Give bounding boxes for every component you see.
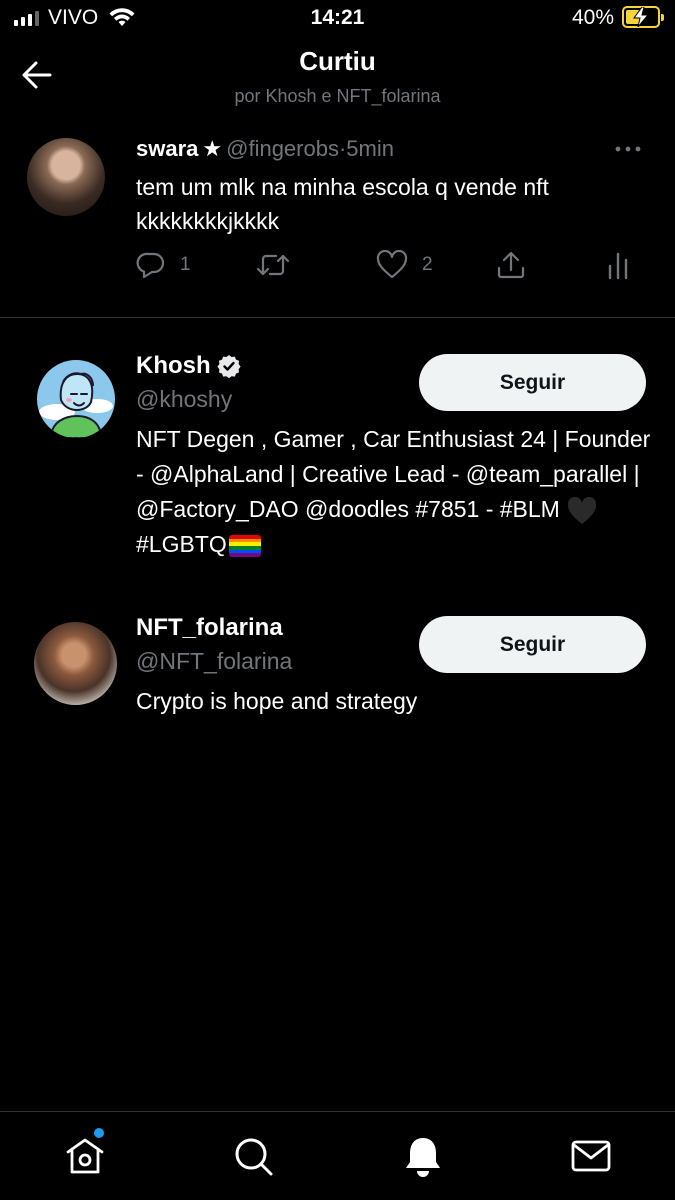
verified-icon [217, 355, 241, 378]
avatar[interactable] [34, 622, 117, 705]
user-handle[interactable]: @khoshy [136, 386, 232, 413]
like-button[interactable]: 2 [376, 250, 433, 280]
messages-icon[interactable] [569, 1134, 613, 1178]
tweet-header: swara ★ @fingerobs·5min [136, 136, 394, 162]
follow-button[interactable]: Seguir [419, 616, 646, 673]
home-notification-dot [94, 1128, 104, 1138]
user-name[interactable]: NFT_folarina [136, 614, 283, 642]
user-name-text: Khosh [136, 352, 211, 379]
reply-button[interactable]: 1 [136, 250, 191, 280]
reply-icon [136, 252, 165, 279]
user-bio: NFT Degen , Gamer , Car Enthusiast 24 | … [136, 422, 651, 562]
like-count: 2 [422, 254, 433, 275]
retweet-icon [256, 254, 290, 276]
user-name-text: NFT_folarina [136, 614, 283, 641]
black-heart-emoji [568, 496, 597, 524]
status-bar: VIVO 14:21 40% [0, 0, 675, 38]
tweet-text: tem um mlk na minha escola q vende nft k… [136, 174, 549, 234]
follow-button[interactable]: Seguir [419, 354, 646, 411]
user-item[interactable]: NFT_folarina @NFT_folarina Seguir Crypto… [0, 614, 675, 734]
reply-count: 1 [180, 254, 191, 275]
notifications-icon[interactable] [401, 1134, 445, 1178]
home-icon[interactable] [63, 1134, 107, 1178]
user-bio: Crypto is hope and strategy [136, 688, 418, 714]
star-icon: ★ [202, 136, 223, 161]
share-icon [497, 251, 525, 279]
user-handle[interactable]: @NFT_folarina [136, 648, 292, 675]
heart-icon [376, 250, 408, 279]
analytics-button[interactable] [606, 250, 630, 280]
tweet-time: 5min [346, 136, 394, 161]
page-title: Curtiu [299, 46, 376, 76]
retweet-button[interactable] [256, 250, 304, 280]
tweet-actions: 1 2 [136, 250, 656, 284]
more-icon[interactable] [614, 144, 642, 154]
tweet-author-handle[interactable]: @fingerobs [226, 136, 339, 161]
page-subtitle: por Khosh e NFT_folarina [234, 86, 441, 106]
avatar[interactable] [27, 138, 105, 216]
battery-icon [622, 6, 664, 28]
user-item[interactable]: Khosh @khoshy Seguir NFT Degen , Gamer ,… [0, 352, 675, 572]
tweet-author-name[interactable]: swara [136, 136, 198, 161]
avatar[interactable] [37, 360, 115, 438]
search-icon[interactable] [231, 1134, 275, 1178]
battery-percent: 40% [572, 6, 615, 29]
tweet[interactable]: swara ★ @fingerobs·5min tem um mlk na minh… [0, 122, 675, 318]
analytics-icon [608, 252, 628, 280]
user-bio-tag: #LGBTQ [136, 531, 227, 557]
bottom-nav [0, 1111, 675, 1200]
share-button[interactable] [496, 250, 526, 280]
rainbow-flag-emoji [228, 534, 261, 557]
user-name[interactable]: Khosh [136, 352, 241, 380]
